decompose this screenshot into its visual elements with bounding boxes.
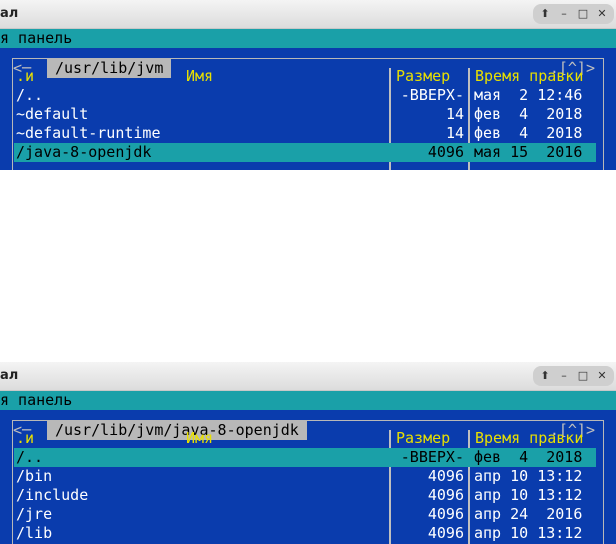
- file-size: 14: [445, 105, 464, 123]
- window-controls: ⬆ – □ ✕: [533, 366, 614, 386]
- file-date: апр 24 2016: [474, 505, 583, 523]
- file-size: 14: [445, 124, 464, 142]
- column-header-date[interactable]: Время правки: [475, 429, 597, 448]
- file-size: 4096: [427, 505, 464, 523]
- file-row[interactable]: ~default-runtime 14 фев 4 2018: [14, 124, 596, 143]
- minimize-icon[interactable]: –: [557, 7, 571, 21]
- file-date: фев 4 2018: [474, 448, 583, 466]
- file-size: 4096: [427, 486, 464, 504]
- maximize-icon[interactable]: □: [576, 7, 590, 21]
- file-name: /bin: [16, 467, 53, 485]
- sort-indicator[interactable]: .и: [16, 429, 34, 448]
- file-date: апр 10 13:12: [474, 524, 583, 542]
- file-name: /..: [16, 86, 44, 104]
- file-name: ~default: [16, 105, 89, 123]
- file-date: апр 10 13:12: [474, 486, 583, 504]
- column-header-date[interactable]: Время правки: [475, 67, 597, 86]
- maximize-icon[interactable]: □: [576, 369, 590, 383]
- file-row-selected[interactable]: /java-8-openjdk 4096 мая 15 2016: [14, 143, 596, 162]
- file-row[interactable]: /jre 4096 апр 24 2016: [14, 505, 596, 524]
- file-row[interactable]: /lib 4096 апр 10 13:12: [14, 524, 596, 543]
- menu-bar[interactable]: я панель: [0, 391, 616, 410]
- menu-bar[interactable]: я панель: [0, 29, 616, 48]
- file-size: -ВВЕРХ-: [400, 448, 464, 466]
- file-name: ~default-runtime: [16, 124, 161, 142]
- keep-above-icon[interactable]: ⬆: [538, 369, 552, 383]
- terminal-window-1: ал ⬆ – □ ✕ я панель <─ /usr/lib/jvm .[^]…: [0, 0, 616, 170]
- title-bar[interactable]: ал ⬆ – □ ✕: [0, 0, 616, 29]
- window-controls: ⬆ – □ ✕: [533, 4, 614, 24]
- terminal-window-2: ал ⬆ – □ ✕ я панель <─ /usr/lib/jvm/java…: [0, 362, 616, 544]
- file-date: мая 2 12:46: [474, 86, 583, 104]
- sort-indicator[interactable]: .и: [16, 67, 34, 86]
- file-name: /lib: [16, 524, 53, 542]
- keep-above-icon[interactable]: ⬆: [538, 7, 552, 21]
- file-date: мая 15 2016: [474, 143, 583, 161]
- menu-item-panel[interactable]: я панель: [0, 391, 72, 410]
- column-header-name[interactable]: Имя: [186, 429, 213, 448]
- close-icon[interactable]: ✕: [595, 369, 609, 383]
- file-row-selected[interactable]: /.. -ВВЕРХ- фев 4 2018: [14, 448, 596, 467]
- file-row[interactable]: /bin 4096 апр 10 13:12: [14, 467, 596, 486]
- column-header-row: .и Имя Размер Время правки: [14, 67, 596, 86]
- column-header-size[interactable]: Размер: [396, 429, 476, 448]
- column-header-name[interactable]: Имя: [186, 67, 213, 86]
- column-header-size[interactable]: Размер: [396, 67, 476, 86]
- file-size: 4096: [427, 467, 464, 485]
- file-size: 4096: [427, 524, 464, 542]
- window-title: ал: [0, 368, 19, 383]
- close-icon[interactable]: ✕: [595, 7, 609, 21]
- file-size: 4096: [427, 143, 464, 161]
- file-panel: <─ /usr/lib/jvm/java-8-openjdk .[^]> .и …: [0, 410, 616, 544]
- file-name: /java-8-openjdk: [16, 143, 152, 161]
- file-name: /jre: [16, 505, 53, 523]
- file-date: фев 4 2018: [474, 105, 583, 123]
- column-header-row: .и Имя Размер Время правки: [14, 429, 596, 448]
- file-name: /..: [16, 448, 44, 466]
- file-date: фев 4 2018: [474, 124, 583, 142]
- file-name: /include: [16, 486, 89, 504]
- minimize-icon[interactable]: –: [557, 369, 571, 383]
- file-row[interactable]: /include 4096 апр 10 13:12: [14, 486, 596, 505]
- file-date: апр 10 13:12: [474, 467, 583, 485]
- file-panel: <─ /usr/lib/jvm .[^]> .и Имя Размер Врем…: [0, 48, 616, 170]
- file-row[interactable]: ~default 14 фев 4 2018: [14, 105, 596, 124]
- file-row[interactable]: /.. -ВВЕРХ- мая 2 12:46: [14, 86, 596, 105]
- window-title: ал: [0, 6, 19, 21]
- menu-item-panel[interactable]: я панель: [0, 29, 72, 48]
- file-size: -ВВЕРХ-: [400, 86, 464, 104]
- title-bar[interactable]: ал ⬆ – □ ✕: [0, 362, 616, 391]
